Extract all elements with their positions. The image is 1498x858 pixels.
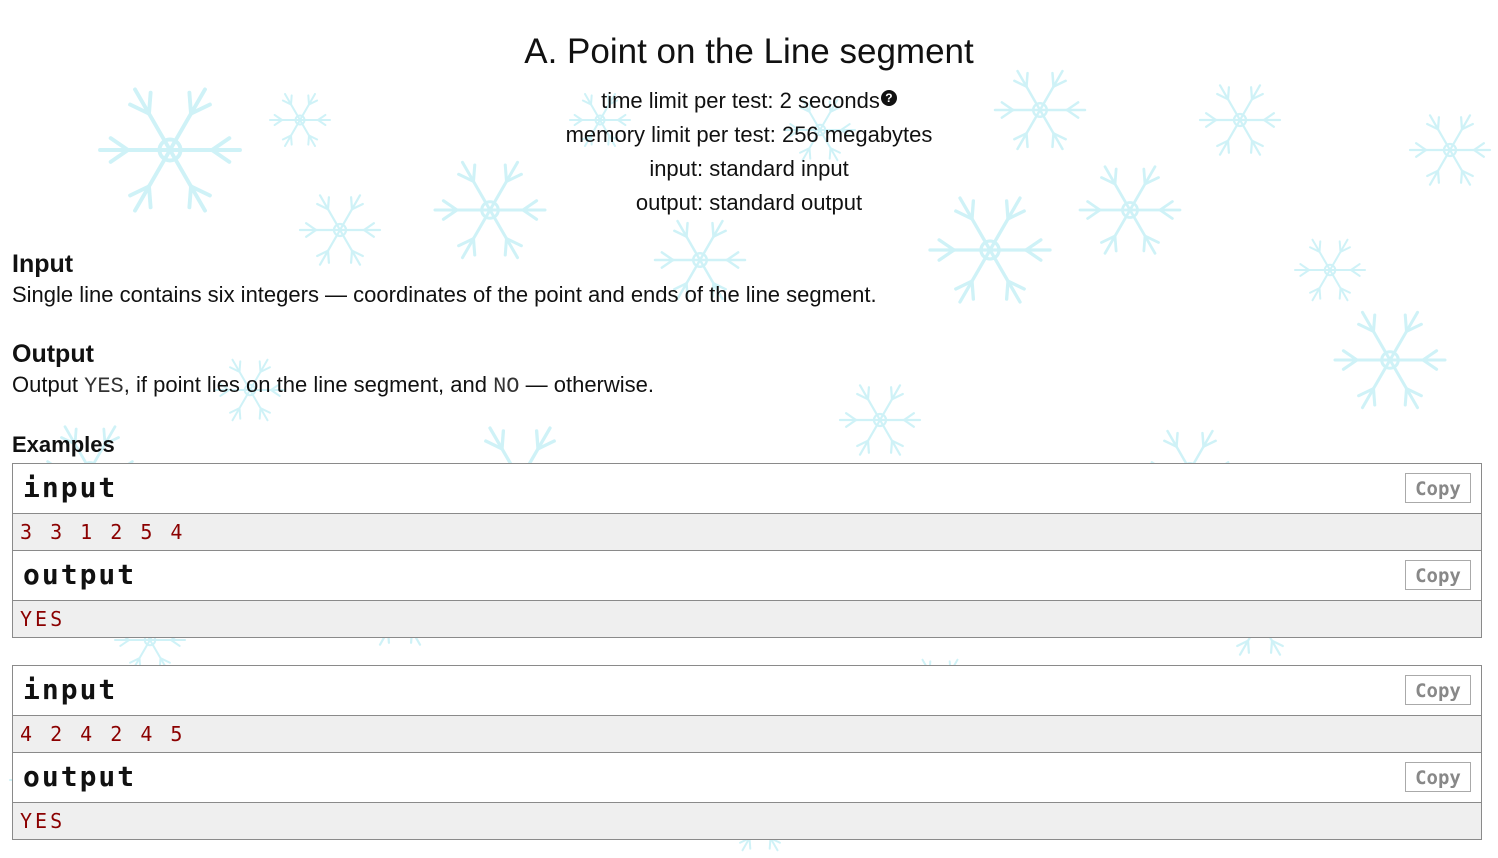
- output-text-middle: , if point lies on the line segment, and: [123, 372, 494, 397]
- example-2-input-header: input Copy: [13, 666, 1481, 716]
- example-1-input: 3 3 1 2 5 4: [13, 514, 1481, 551]
- memory-limit: memory limit per test: 256 megabytes: [565, 122, 933, 147]
- output-file: output: standard output: [635, 190, 863, 215]
- input-label: input: [23, 471, 118, 504]
- example-1-output-header: output Copy: [13, 551, 1481, 601]
- examples-title: Examples: [12, 432, 115, 457]
- output-text-after: — otherwise.: [519, 372, 655, 397]
- example-1-input-header: input Copy: [13, 464, 1481, 514]
- input-file: input: standard input: [649, 156, 849, 181]
- problem-title: A. Point on the Line segment: [524, 32, 974, 71]
- copy-input-button[interactable]: Copy: [1405, 675, 1471, 705]
- output-section-title: Output: [12, 340, 94, 368]
- copy-input-button[interactable]: Copy: [1405, 473, 1471, 503]
- example-2-output-header: output Copy: [13, 753, 1481, 803]
- input-section: Input Single line contains six integers …: [12, 249, 877, 311]
- output-section-text: Output YES, if point lies on the line se…: [12, 369, 654, 403]
- example-1: input Copy 3 3 1 2 5 4 output Copy YES: [12, 463, 1482, 638]
- output-section: Output Output YES, if point lies on the …: [12, 339, 654, 403]
- help-icon[interactable]: ?: [880, 90, 897, 106]
- example-2-input: 4 2 4 2 4 5: [13, 716, 1481, 753]
- input-section-text: Single line contains six integers — coor…: [12, 282, 877, 307]
- yes-token: YES: [84, 374, 124, 399]
- example-2: input Copy 4 2 4 2 4 5 output Copy YES: [12, 665, 1482, 840]
- output-text-before: Output: [12, 372, 85, 397]
- example-2-output: YES: [13, 803, 1481, 839]
- problem-header: A. Point on the Line segment time limit …: [0, 0, 1498, 220]
- time-limit-text: time limit per test: 2 seconds: [601, 88, 880, 113]
- no-token: NO: [493, 374, 520, 399]
- copy-output-button[interactable]: Copy: [1405, 560, 1471, 590]
- example-1-output: YES: [13, 601, 1481, 637]
- copy-output-button[interactable]: Copy: [1405, 762, 1471, 792]
- input-label: input: [23, 673, 118, 706]
- input-section-title: Input: [12, 250, 74, 278]
- output-label: output: [23, 558, 137, 591]
- output-label: output: [23, 760, 137, 793]
- time-limit: time limit per test: 2 seconds?: [0, 84, 1498, 118]
